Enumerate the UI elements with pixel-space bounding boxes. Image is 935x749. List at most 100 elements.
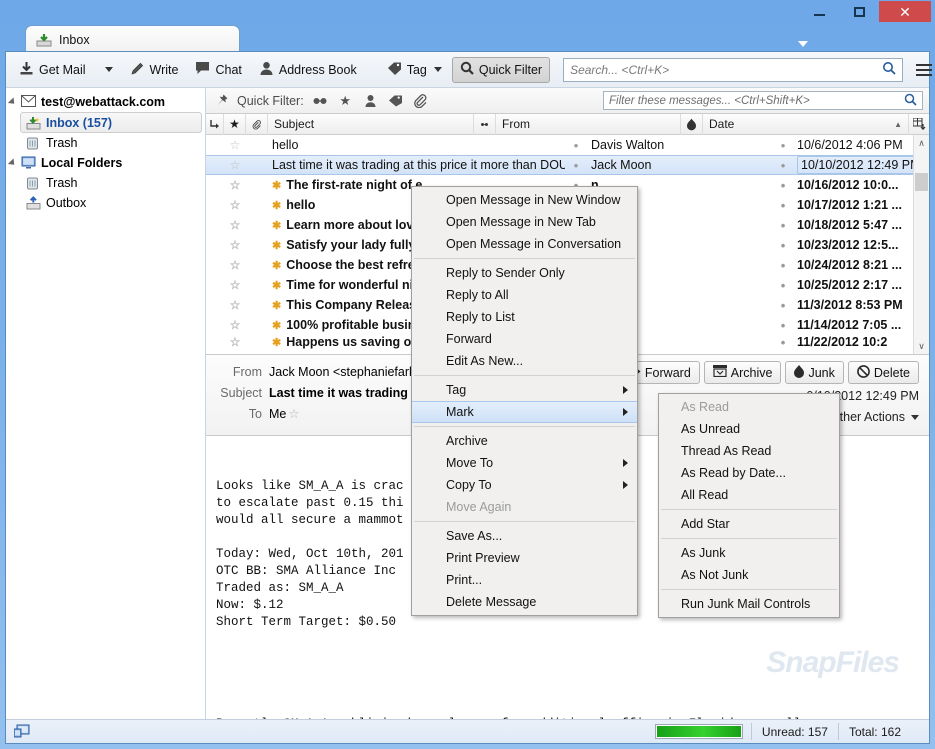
submenu-item-all-read[interactable]: All Read: [659, 484, 839, 506]
menu-item-copy-to[interactable]: Copy To: [412, 474, 637, 496]
list-all-tabs-button[interactable]: [794, 37, 812, 51]
app-menu-button[interactable]: [916, 58, 933, 82]
column-header-junk[interactable]: [681, 113, 703, 135]
star-cell[interactable]: ☆: [224, 278, 246, 292]
tag-filter-button[interactable]: [387, 92, 404, 109]
starred-filter-button[interactable]: ★: [337, 92, 354, 109]
to-value[interactable]: Me: [269, 407, 286, 421]
unread-cell[interactable]: •: [565, 158, 587, 173]
star-cell[interactable]: ☆: [224, 218, 246, 232]
junk-cell[interactable]: •: [772, 198, 794, 213]
quick-filter-button[interactable]: Quick Filter: [451, 56, 551, 83]
archive-button[interactable]: Archive: [703, 361, 782, 384]
menu-item-open-in-new-tab[interactable]: Open Message in New Tab: [412, 211, 637, 233]
junk-cell[interactable]: •: [772, 218, 794, 233]
junk-cell[interactable]: •: [772, 335, 794, 349]
message-context-menu[interactable]: Open Message in New Window Open Message …: [411, 186, 638, 616]
write-button[interactable]: Write: [123, 57, 186, 83]
twisty-icon[interactable]: [7, 158, 18, 168]
column-header-star[interactable]: ★: [224, 113, 246, 135]
star-cell[interactable]: ☆: [224, 318, 246, 332]
menu-item-delete-message[interactable]: Delete Message: [412, 591, 637, 613]
tab-inbox[interactable]: Inbox: [25, 25, 240, 53]
scrollbar-thumb[interactable]: [915, 173, 928, 191]
mark-submenu[interactable]: As Read As Unread Thread As Read As Read…: [658, 393, 840, 618]
menu-item-tag[interactable]: Tag: [412, 379, 637, 401]
menu-item-reply-sender-only[interactable]: Reply to Sender Only: [412, 262, 637, 284]
unread-cell[interactable]: •: [565, 138, 587, 153]
close-button[interactable]: ✕: [879, 1, 931, 22]
chat-button[interactable]: Chat: [188, 57, 248, 83]
menu-item-reply-all[interactable]: Reply to All: [412, 284, 637, 306]
junk-cell[interactable]: •: [772, 138, 794, 153]
star-icon[interactable]: ☆: [288, 406, 299, 421]
submenu-item-as-read-by-date[interactable]: As Read by Date...: [659, 462, 839, 484]
get-mail-button[interactable]: Get Mail: [12, 57, 93, 83]
junk-cell[interactable]: •: [772, 318, 794, 333]
column-header-attachment[interactable]: [246, 113, 268, 135]
folder-item-inbox[interactable]: Inbox (157): [20, 112, 202, 133]
menu-item-mark[interactable]: Mark: [412, 401, 637, 423]
search-icon[interactable]: [882, 61, 896, 78]
delete-button[interactable]: Delete: [847, 361, 919, 384]
attachment-filter-button[interactable]: [412, 92, 429, 109]
menu-item-print[interactable]: Print...: [412, 569, 637, 591]
star-cell[interactable]: ☆: [224, 198, 246, 212]
twisty-icon[interactable]: [7, 97, 18, 107]
address-book-button[interactable]: Address Book: [252, 57, 364, 83]
folder-item-local-folders[interactable]: Local Folders: [6, 153, 205, 173]
search-icon[interactable]: [904, 93, 917, 109]
minimize-button[interactable]: [799, 1, 839, 22]
column-header-date[interactable]: Date ▲: [703, 113, 909, 135]
submenu-item-add-star[interactable]: Add Star: [659, 513, 839, 535]
star-cell[interactable]: ☆: [224, 158, 246, 172]
column-picker-button[interactable]: [909, 114, 929, 135]
submenu-item-as-not-junk[interactable]: As Not Junk: [659, 564, 839, 586]
menu-item-archive[interactable]: Archive: [412, 430, 637, 452]
submenu-item-run-junk-mail-controls[interactable]: Run Junk Mail Controls: [659, 593, 839, 615]
column-header-thread[interactable]: [206, 113, 224, 135]
menu-item-edit-as-new[interactable]: Edit As New...: [412, 350, 637, 372]
table-row[interactable]: ☆ hello • Davis Walton • 10/6/2012 4:06 …: [206, 135, 929, 155]
star-cell[interactable]: ☆: [224, 258, 246, 272]
junk-cell[interactable]: •: [772, 158, 794, 173]
junk-cell[interactable]: •: [772, 238, 794, 253]
tag-button[interactable]: Tag: [380, 57, 449, 83]
scroll-down-button[interactable]: ∨: [918, 338, 925, 354]
unread-filter-button[interactable]: [312, 92, 329, 109]
get-mail-dropdown[interactable]: [96, 57, 120, 83]
menu-item-reply-list[interactable]: Reply to List: [412, 306, 637, 328]
star-cell[interactable]: ☆: [224, 138, 246, 152]
column-header-unread[interactable]: [474, 113, 496, 135]
folder-item-trash-account[interactable]: Trash: [6, 133, 205, 153]
from-value[interactable]: Jack Moon <stephaniefarkas: [269, 365, 428, 379]
menu-item-open-in-new-window[interactable]: Open Message in New Window: [412, 189, 637, 211]
menu-item-print-preview[interactable]: Print Preview: [412, 547, 637, 569]
search-input[interactable]: Search... <Ctrl+K>: [563, 57, 904, 82]
folder-item-outbox[interactable]: Outbox: [6, 193, 205, 213]
junk-cell[interactable]: •: [772, 298, 794, 313]
submenu-item-as-unread[interactable]: As Unread: [659, 418, 839, 440]
junk-button[interactable]: Junk: [785, 361, 844, 384]
filter-messages-input[interactable]: Filter these messages... <Ctrl+Shift+K>: [603, 91, 923, 110]
menu-item-save-as[interactable]: Save As...: [412, 525, 637, 547]
contact-filter-button[interactable]: [362, 92, 379, 109]
folder-item-account[interactable]: test@webattack.com: [6, 92, 205, 112]
message-list-scrollbar[interactable]: ∧ ∨: [913, 135, 929, 354]
menu-item-forward[interactable]: Forward: [412, 328, 637, 350]
submenu-item-thread-as-read[interactable]: Thread As Read: [659, 440, 839, 462]
star-cell[interactable]: ☆: [224, 298, 246, 312]
scroll-up-button[interactable]: ∧: [918, 135, 925, 151]
star-cell[interactable]: ☆: [224, 335, 246, 349]
table-row[interactable]: ☆ Last time it was trading at this price…: [206, 155, 929, 175]
menu-item-open-in-conversation[interactable]: Open Message in Conversation: [412, 233, 637, 255]
network-status-icon[interactable]: [10, 724, 34, 739]
junk-cell[interactable]: •: [772, 178, 794, 193]
maximize-button[interactable]: [839, 1, 879, 22]
junk-cell[interactable]: •: [772, 278, 794, 293]
submenu-item-as-junk[interactable]: As Junk: [659, 542, 839, 564]
menu-item-move-to[interactable]: Move To: [412, 452, 637, 474]
junk-cell[interactable]: •: [772, 258, 794, 273]
star-cell[interactable]: ☆: [224, 178, 246, 192]
folder-item-trash-local[interactable]: Trash: [6, 173, 205, 193]
